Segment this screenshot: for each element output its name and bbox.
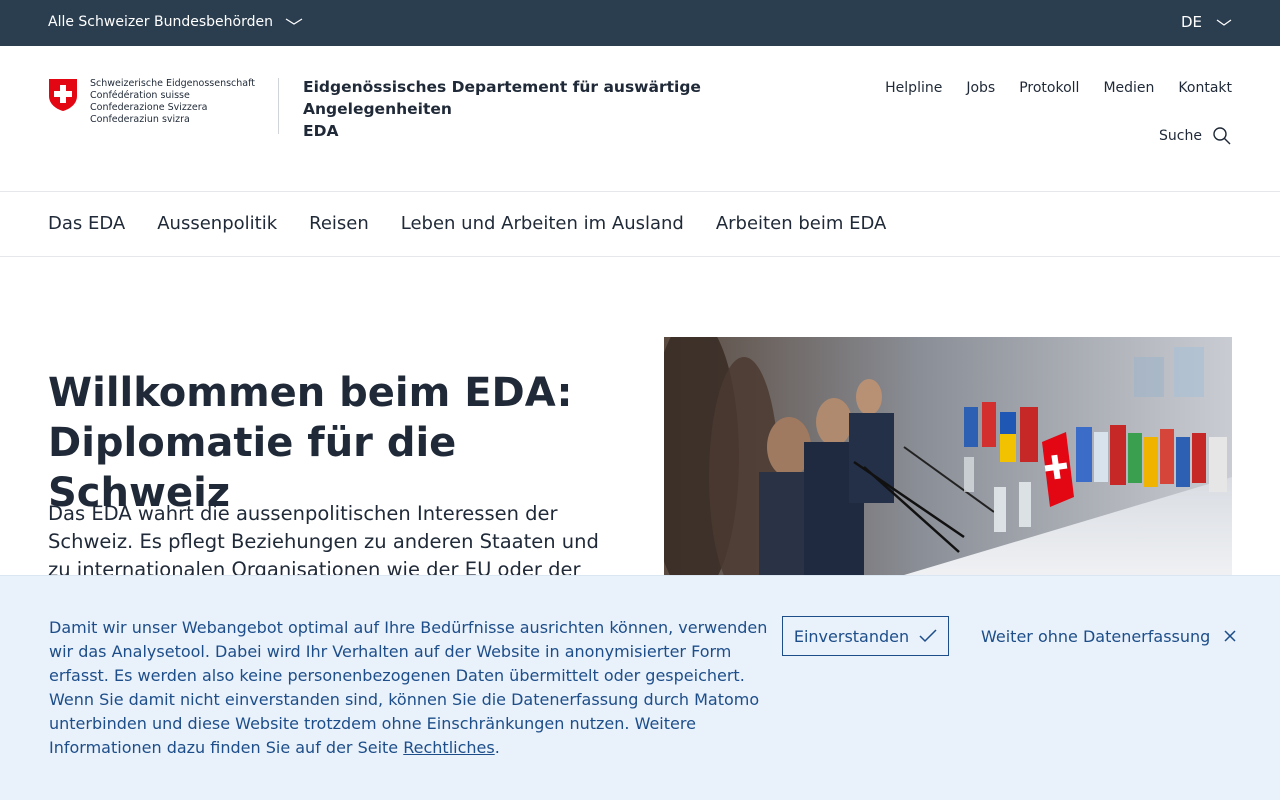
cookie-banner-body: Damit wir unser Webangebot optimal auf I…: [49, 618, 768, 757]
nav-item-arbeiten-beim-eda[interactable]: Arbeiten beim EDA: [716, 213, 886, 234]
meta-nav-medien[interactable]: Medien: [1103, 80, 1154, 96]
hero-title: Willkommen beim EDA: Diplomatie für die …: [48, 368, 648, 518]
nav-item-aussenpolitik[interactable]: Aussenpolitik: [157, 213, 277, 234]
logo-line-de: Schweizerische Eidgenossenschaft: [90, 78, 256, 89]
authorities-dropdown[interactable]: Alle Schweizer Bundesbehörden: [48, 14, 303, 30]
meta-nav-kontakt[interactable]: Kontakt: [1178, 80, 1232, 96]
chevron-down-icon: [285, 14, 303, 30]
decline-tracking-button[interactable]: Weiter ohne Datenerfassung: [981, 616, 1236, 656]
meta-nav-protokoll[interactable]: Protokoll: [1019, 80, 1079, 96]
close-icon: [1224, 630, 1236, 642]
nav-item-reisen[interactable]: Reisen: [309, 213, 369, 234]
language-label: DE: [1180, 13, 1202, 31]
top-bar: Alle Schweizer Bundesbehörden DE: [0, 0, 1280, 46]
legal-link[interactable]: Rechtliches: [403, 738, 494, 757]
cookie-banner-text: Damit wir unser Webangebot optimal auf I…: [49, 616, 769, 760]
department-abbr: EDA: [303, 122, 339, 140]
authorities-label: Alle Schweizer Bundesbehörden: [48, 14, 273, 30]
chevron-down-icon: [1216, 13, 1232, 31]
site-header: Schweizerische Eidgenossenschaft Confédé…: [0, 46, 1280, 192]
check-icon: [919, 629, 937, 643]
meta-navigation: Helpline Jobs Protokoll Medien Kontakt: [885, 80, 1232, 96]
header-divider: [278, 78, 279, 134]
department-name: Eidgenössisches Departement für auswärti…: [303, 78, 701, 118]
department-title: Eidgenössisches Departement für auswärti…: [303, 76, 843, 142]
logo-line-fr: Confédération suisse: [90, 90, 190, 101]
cookie-banner-period: .: [494, 738, 500, 757]
cookie-consent-banner: Damit wir unser Webangebot optimal auf I…: [0, 575, 1280, 800]
search-label: Suche: [1159, 128, 1202, 144]
nav-item-leben-arbeiten-ausland[interactable]: Leben und Arbeiten im Ausland: [401, 213, 684, 234]
hero-image-conference-flags: [664, 337, 1232, 587]
logo-line-it: Confederazione Svizzera: [90, 102, 208, 113]
main-navigation: Das EDA Aussenpolitik Reisen Leben und A…: [0, 192, 1280, 257]
nav-item-das-eda[interactable]: Das EDA: [48, 213, 125, 234]
search-button[interactable]: Suche: [1159, 126, 1232, 146]
swiss-cross-icon: [49, 79, 77, 111]
accept-tracking-button[interactable]: Einverstanden: [782, 616, 949, 656]
meta-nav-jobs[interactable]: Jobs: [966, 80, 995, 96]
federal-logo[interactable]: Schweizerische Eidgenossenschaft Confédé…: [48, 78, 255, 126]
accept-label: Einverstanden: [793, 626, 910, 646]
logo-line-rm: Confederaziun svizra: [90, 114, 190, 125]
hero-title-line1: Willkommen beim EDA:: [48, 370, 573, 416]
meta-nav-helpline[interactable]: Helpline: [885, 80, 942, 96]
language-selector[interactable]: DE: [1181, 13, 1232, 31]
logo-text: Schweizerische Eidgenossenschaft Confédé…: [90, 78, 255, 126]
search-icon: [1213, 127, 1231, 145]
decline-label: Weiter ohne Datenerfassung: [981, 626, 1211, 646]
